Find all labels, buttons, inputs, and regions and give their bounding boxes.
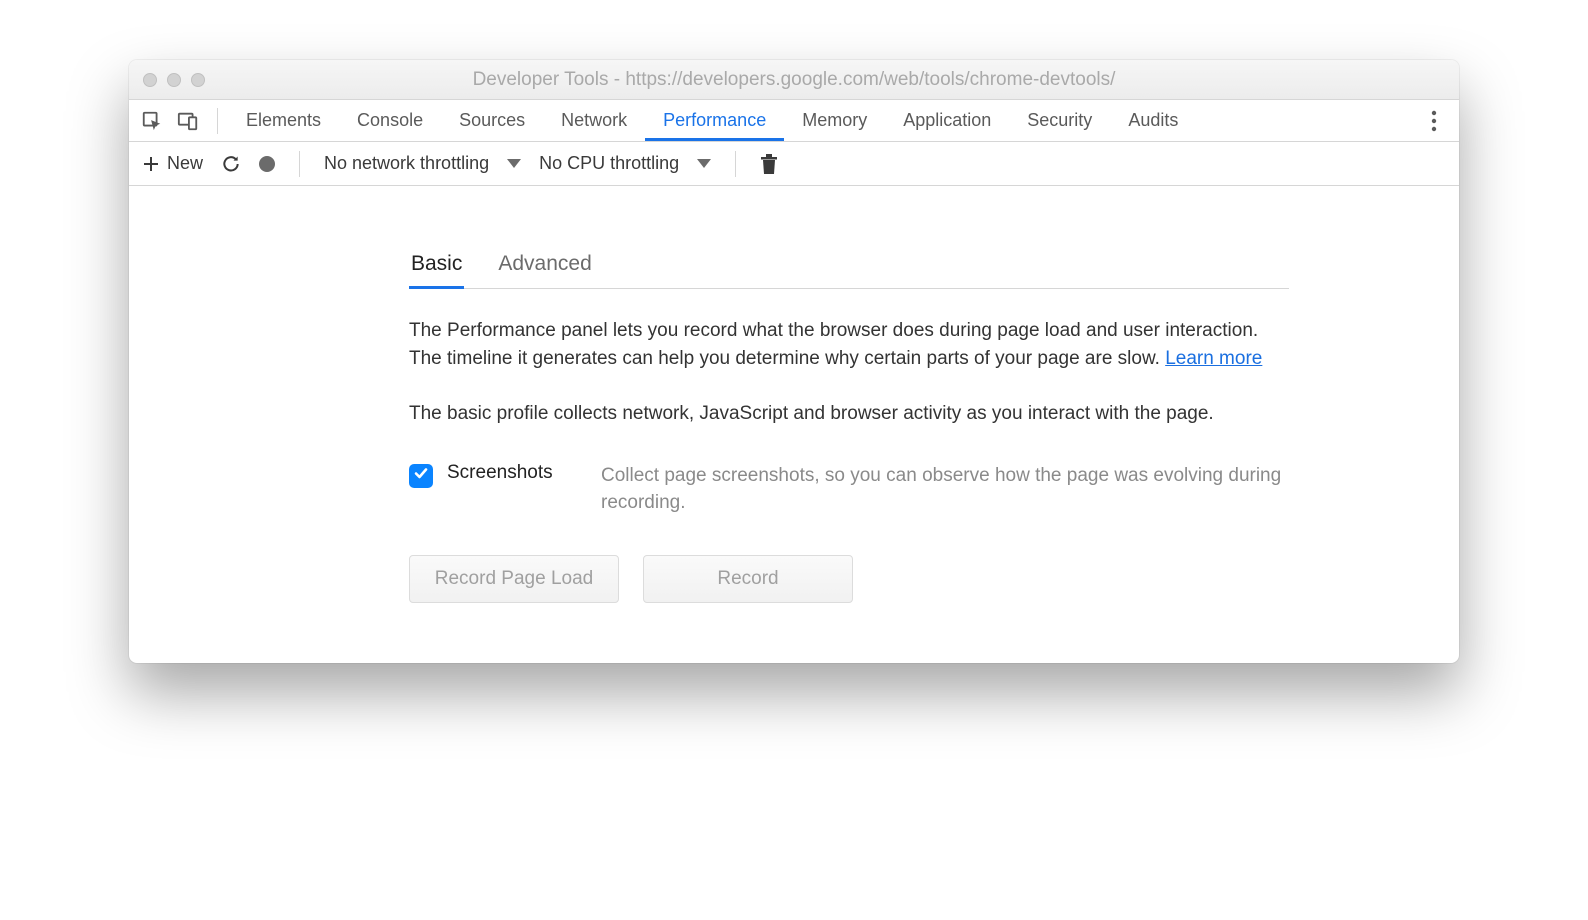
cpu-throttle-select[interactable]: No CPU throttling: [535, 153, 715, 174]
separator: [217, 108, 218, 134]
tab-label: Elements: [246, 110, 321, 131]
subtab-advanced[interactable]: Advanced: [496, 246, 593, 288]
tab-label: Memory: [802, 110, 867, 131]
check-icon: [413, 465, 429, 486]
performance-panel: Basic Advanced The Performance panel let…: [129, 186, 1459, 663]
tab-label: Network: [561, 110, 627, 131]
tab-performance[interactable]: Performance: [645, 100, 784, 141]
traffic-lights: [143, 73, 205, 87]
more-menu-icon[interactable]: [1417, 100, 1451, 141]
inspect-element-icon[interactable]: [141, 110, 163, 132]
performance-toolbar: New No network throttling No CPU throttl…: [129, 142, 1459, 186]
network-throttle-select[interactable]: No network throttling: [320, 153, 525, 174]
record-button[interactable]: Record: [643, 555, 853, 603]
screenshots-option: Screenshots Collect page screenshots, so…: [409, 462, 1289, 517]
tab-network[interactable]: Network: [543, 100, 645, 141]
intro-text: The Performance panel lets you record wh…: [409, 320, 1258, 369]
window-title: Developer Tools - https://developers.goo…: [129, 69, 1459, 91]
subtab-label: Advanced: [498, 252, 591, 275]
tab-elements[interactable]: Elements: [228, 100, 339, 141]
separator: [735, 151, 736, 177]
action-buttons: Record Page Load Record: [409, 555, 1289, 603]
button-label: Record Page Load: [435, 568, 593, 590]
main-tabs: Elements Console Sources Network Perform…: [228, 100, 1196, 141]
tab-label: Application: [903, 110, 991, 131]
profile-subtabs: Basic Advanced: [409, 246, 1289, 289]
clear-button[interactable]: [756, 154, 782, 174]
new-label: New: [167, 153, 203, 174]
tab-label: Security: [1027, 110, 1092, 131]
cpu-throttle-value: No CPU throttling: [539, 153, 679, 174]
record-toggle[interactable]: [255, 156, 279, 172]
tab-application[interactable]: Application: [885, 100, 1009, 141]
intro-paragraph: The Performance panel lets you record wh…: [409, 317, 1289, 372]
titlebar: Developer Tools - https://developers.goo…: [129, 60, 1459, 100]
chevron-down-icon: [697, 159, 711, 168]
zoom-window-icon[interactable]: [191, 73, 205, 87]
tab-label: Sources: [459, 110, 525, 131]
tab-label: Audits: [1128, 110, 1178, 131]
learn-more-link[interactable]: Learn more: [1165, 348, 1262, 369]
tab-sources[interactable]: Sources: [441, 100, 543, 141]
screenshots-description: Collect page screenshots, so you can obs…: [601, 462, 1289, 517]
minimize-window-icon[interactable]: [167, 73, 181, 87]
record-page-load-button[interactable]: Record Page Load: [409, 555, 619, 603]
basic-description: The basic profile collects network, Java…: [409, 400, 1289, 428]
record-icon: [259, 156, 275, 172]
close-window-icon[interactable]: [143, 73, 157, 87]
device-toggle-icon[interactable]: [177, 110, 199, 132]
separator: [299, 151, 300, 177]
tab-memory[interactable]: Memory: [784, 100, 885, 141]
main-tabs-row: Elements Console Sources Network Perform…: [129, 100, 1459, 142]
subtab-label: Basic: [411, 252, 462, 275]
tab-audits[interactable]: Audits: [1110, 100, 1196, 141]
plus-icon: [143, 156, 159, 172]
tab-label: Console: [357, 110, 423, 131]
network-throttle-value: No network throttling: [324, 153, 489, 174]
button-label: Record: [717, 568, 778, 590]
chevron-down-icon: [507, 159, 521, 168]
reload-button[interactable]: [217, 154, 245, 174]
subtab-basic[interactable]: Basic: [409, 246, 464, 289]
tab-console[interactable]: Console: [339, 100, 441, 141]
screenshots-checkbox[interactable]: [409, 464, 433, 488]
tab-security[interactable]: Security: [1009, 100, 1110, 141]
screenshots-label: Screenshots: [447, 462, 587, 484]
tab-label: Performance: [663, 110, 766, 131]
new-recording-button[interactable]: New: [139, 153, 207, 174]
devtools-window: Developer Tools - https://developers.goo…: [129, 60, 1459, 663]
